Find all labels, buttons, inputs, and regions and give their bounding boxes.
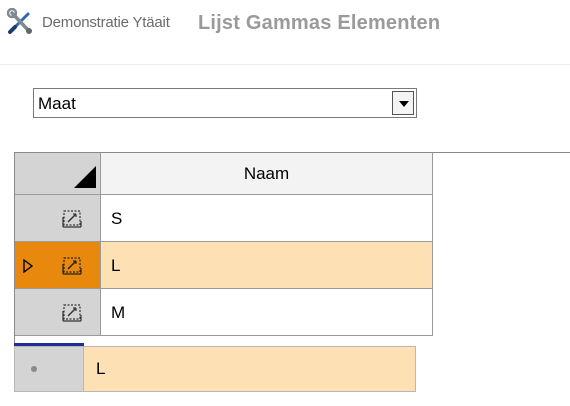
dropdown-toggle-button[interactable] [392,91,414,115]
row-header[interactable] [15,195,101,242]
table-row-name-cell[interactable]: S [101,195,433,242]
chevron-down-icon [399,101,409,107]
title-bar: Demonstratie Ytäait Lijst Gammas Element… [0,0,570,64]
dropdown-selected-value: Maat [38,94,76,113]
window-caption: Demonstratie Ytäait [42,14,170,31]
edit-record-icon [62,210,82,228]
column-header-naam[interactable]: Naam [101,153,433,195]
table-row-name-cell-selected[interactable]: L [101,242,433,289]
page-title: Lijst Gammas Elementen [198,12,441,34]
elements-grid: Naam S L M [14,152,570,343]
row-header-selected[interactable] [15,242,101,289]
row-header[interactable] [15,289,101,336]
detail-value-cell[interactable]: L [84,346,416,392]
title-divider [0,64,570,65]
tools-icon [6,7,34,36]
select-all-corner[interactable] [15,153,101,195]
detail-row-header[interactable] [14,346,84,392]
edit-record-icon [62,257,82,275]
edit-record-icon [62,304,82,322]
new-row-dot-icon [31,366,37,372]
corner-triangle-icon [74,166,96,188]
gamma-type-dropdown[interactable]: Maat [33,88,417,118]
table-row-name-cell[interactable]: M [101,289,433,336]
current-row-pointer-icon [23,259,33,273]
